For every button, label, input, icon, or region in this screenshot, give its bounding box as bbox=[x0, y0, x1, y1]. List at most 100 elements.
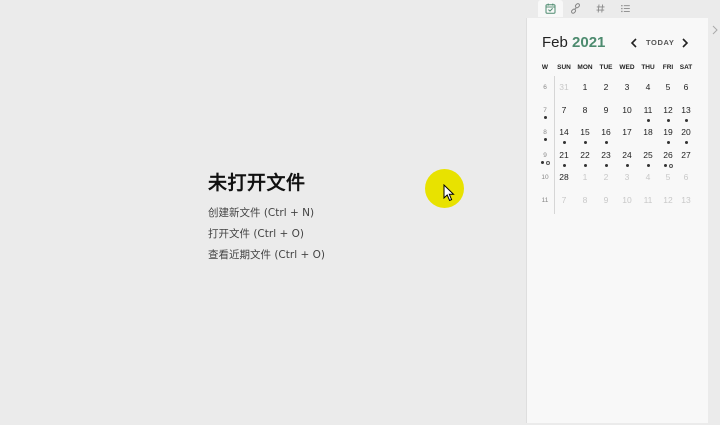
week-number[interactable]: 11 bbox=[538, 197, 552, 210]
calendar-day[interactable]: 10 bbox=[617, 195, 637, 215]
note-dot bbox=[543, 116, 547, 119]
calendar-day[interactable]: 31 bbox=[554, 82, 574, 102]
sidebar-collapse-icon[interactable] bbox=[710, 24, 720, 36]
calendar-day-number: 12 bbox=[663, 195, 673, 205]
calendar-day[interactable]: 5 bbox=[658, 82, 678, 102]
week-number[interactable]: 8 bbox=[538, 129, 552, 142]
week-number[interactable]: 6 bbox=[538, 84, 552, 97]
calendar-day-number: 5 bbox=[665, 172, 671, 182]
next-month-icon[interactable] bbox=[680, 37, 690, 49]
calendar-day[interactable]: 11 bbox=[638, 105, 658, 125]
task-dot bbox=[545, 160, 550, 165]
calendar-day-number: 19 bbox=[663, 127, 673, 137]
calendar-day-number: 25 bbox=[643, 150, 653, 160]
calendar-day[interactable]: 1 bbox=[575, 82, 595, 102]
calendar-day[interactable]: 28 bbox=[554, 172, 574, 192]
calendar-month: Feb bbox=[542, 34, 568, 51]
calendar-day[interactable]: 6 bbox=[676, 172, 696, 192]
calendar-day[interactable]: 26 bbox=[658, 150, 678, 170]
week-number[interactable]: 9 bbox=[538, 152, 552, 165]
calendar-day[interactable]: 9 bbox=[596, 195, 616, 215]
calendar-day[interactable]: 2 bbox=[596, 172, 616, 192]
calendar-day[interactable]: 7 bbox=[554, 195, 574, 215]
today-button[interactable]: TODAY bbox=[646, 38, 674, 47]
calendar-day-number: 23 bbox=[601, 150, 611, 160]
create-new-file-link[interactable]: 创建新文件 (Ctrl + N) bbox=[208, 206, 468, 227]
note-dot bbox=[583, 141, 587, 144]
open-file-link[interactable]: 打开文件 (Ctrl + O) bbox=[208, 227, 468, 248]
note-dot bbox=[666, 119, 670, 122]
week-number-header: W bbox=[541, 64, 549, 71]
calendar-day[interactable]: 18 bbox=[638, 127, 658, 147]
calendar-day[interactable]: 3 bbox=[617, 172, 637, 192]
previous-month-icon[interactable] bbox=[629, 37, 639, 49]
week-number[interactable]: 10 bbox=[538, 174, 552, 187]
calendar-day[interactable]: 8 bbox=[575, 195, 595, 215]
calendar-day[interactable]: 21 bbox=[554, 150, 574, 170]
tab-links[interactable] bbox=[563, 0, 588, 17]
note-dot bbox=[604, 164, 608, 167]
calendar-day[interactable]: 4 bbox=[638, 82, 658, 102]
calendar-day-number: 2 bbox=[603, 172, 609, 182]
calendar-header: Feb 2021 TODAY bbox=[542, 33, 698, 53]
calendar-day[interactable]: 27 bbox=[676, 150, 696, 170]
calendar-day[interactable]: 24 bbox=[617, 150, 637, 170]
calendar-day[interactable]: 2 bbox=[596, 82, 616, 102]
weekday-header: TUE bbox=[599, 64, 613, 71]
week-number-label: 11 bbox=[541, 197, 549, 204]
calendar-day[interactable]: 13 bbox=[676, 105, 696, 125]
tab-calendar[interactable] bbox=[538, 0, 563, 17]
weekday-header: SAT bbox=[679, 64, 693, 71]
calendar-day[interactable]: 12 bbox=[658, 105, 678, 125]
calendar-day[interactable]: 13 bbox=[676, 195, 696, 215]
calendar-day[interactable]: 12 bbox=[658, 195, 678, 215]
calendar-day[interactable]: 4 bbox=[638, 172, 658, 192]
calendar-day[interactable]: 25 bbox=[638, 150, 658, 170]
calendar-day-number: 11 bbox=[643, 105, 653, 115]
tab-outline[interactable] bbox=[613, 0, 638, 17]
calendar-day[interactable]: 19 bbox=[658, 127, 678, 147]
tab-tags[interactable] bbox=[588, 0, 613, 17]
calendar-day-number: 1 bbox=[582, 82, 588, 92]
note-dot bbox=[583, 164, 587, 167]
mouse-pointer-icon bbox=[443, 184, 455, 202]
calendar-day-number: 8 bbox=[582, 105, 588, 115]
calendar-day-number: 20 bbox=[681, 127, 691, 137]
calendar-day[interactable]: 3 bbox=[617, 82, 637, 102]
note-dot bbox=[625, 164, 629, 167]
calendar-day[interactable]: 6 bbox=[676, 82, 696, 102]
calendar-day[interactable]: 10 bbox=[617, 105, 637, 125]
week-number[interactable]: 7 bbox=[538, 107, 552, 120]
weekday-header: WED bbox=[619, 64, 635, 71]
calendar-day[interactable]: 8 bbox=[575, 105, 595, 125]
calendar-day[interactable]: 17 bbox=[617, 127, 637, 147]
calendar-day-number: 9 bbox=[603, 195, 609, 205]
weekday-header: SUN bbox=[557, 64, 571, 71]
calendar-day[interactable]: 9 bbox=[596, 105, 616, 125]
calendar-day[interactable]: 5 bbox=[658, 172, 678, 192]
recent-files-link[interactable]: 查看近期文件 (Ctrl + O) bbox=[208, 248, 468, 269]
week-number-label: 8 bbox=[543, 129, 547, 136]
calendar-day[interactable]: 7 bbox=[554, 105, 574, 125]
note-dot bbox=[663, 164, 667, 167]
note-dot bbox=[562, 141, 566, 144]
note-dot bbox=[684, 119, 688, 122]
calendar-day-number: 8 bbox=[582, 195, 588, 205]
calendar-day[interactable]: 11 bbox=[638, 195, 658, 215]
calendar-day-number: 6 bbox=[683, 172, 689, 182]
weekday-header: FRI bbox=[662, 64, 674, 71]
calendar-day[interactable]: 14 bbox=[554, 127, 574, 147]
link-icon bbox=[570, 3, 581, 14]
calendar-day[interactable]: 1 bbox=[575, 172, 595, 192]
calendar-day[interactable]: 20 bbox=[676, 127, 696, 147]
calendar-year: 2021 bbox=[572, 34, 606, 51]
calendar-day[interactable]: 23 bbox=[596, 150, 616, 170]
calendar-day-number: 5 bbox=[665, 82, 671, 92]
calendar-day[interactable]: 16 bbox=[596, 127, 616, 147]
calendar-day[interactable]: 15 bbox=[575, 127, 595, 147]
calendar-day-number: 14 bbox=[559, 127, 569, 137]
calendar-day-number: 13 bbox=[681, 105, 691, 115]
calendar-day[interactable]: 22 bbox=[575, 150, 595, 170]
week-number-label: 6 bbox=[543, 84, 547, 91]
note-dot bbox=[646, 164, 650, 167]
